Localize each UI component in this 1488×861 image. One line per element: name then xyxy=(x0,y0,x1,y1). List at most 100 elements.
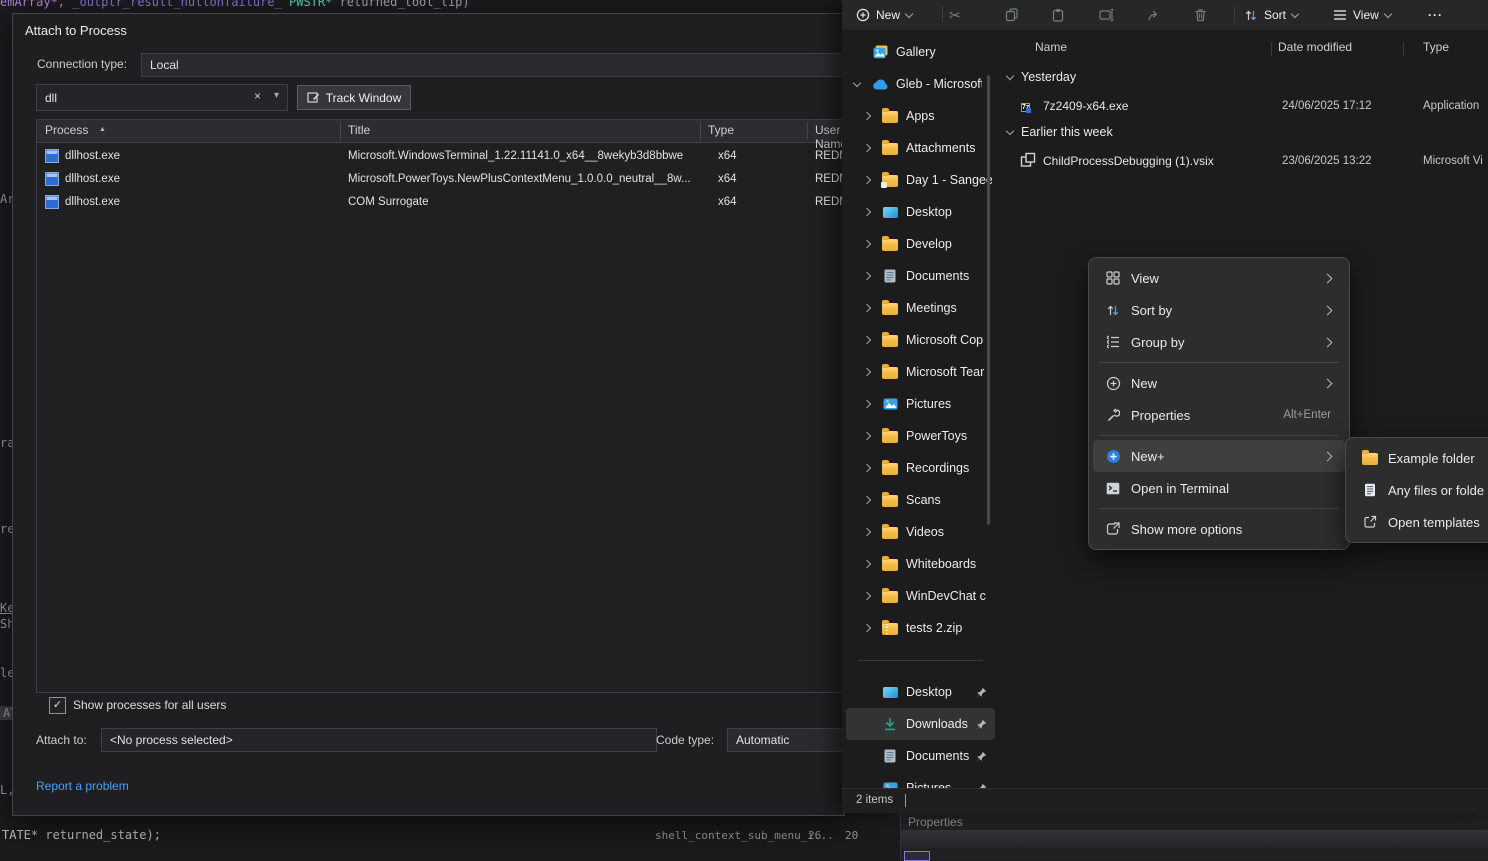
menu-item-sort-by[interactable]: Sort by xyxy=(1093,294,1345,326)
connection-type-select[interactable]: Local xyxy=(141,53,844,77)
column-header-name[interactable]: Name xyxy=(1035,40,1067,54)
chevron-right-icon[interactable] xyxy=(863,240,871,248)
sidebar-item-develop[interactable]: Develop xyxy=(846,228,995,260)
attach-to-label: Attach to: xyxy=(36,733,87,747)
sidebar-item-microsoft-tear[interactable]: Microsoft Tear xyxy=(846,356,995,388)
process-icon xyxy=(45,149,59,163)
chevron-right-icon[interactable] xyxy=(863,592,871,600)
new-button[interactable]: New xyxy=(856,0,912,30)
code-bottom-line: TATE* returned_state); xyxy=(2,828,161,842)
sidebar-item-gallery[interactable]: Gallery xyxy=(846,36,995,68)
see-more-button[interactable]: ··· xyxy=(1428,0,1443,30)
sidebar-item-tests-zip[interactable]: tests 2.zip xyxy=(846,612,995,644)
wrench-icon xyxy=(1106,408,1120,422)
chevron-down-icon[interactable] xyxy=(853,78,861,86)
file-date: 23/06/2025 13:22 xyxy=(1282,155,1372,167)
chevron-right-icon[interactable] xyxy=(863,304,871,312)
process-table-header: Process ▲ Title Type User Name xyxy=(37,120,843,143)
rename-icon[interactable] xyxy=(1099,0,1114,30)
column-header-process[interactable]: Process xyxy=(45,123,88,137)
share-icon[interactable] xyxy=(1147,0,1161,30)
process-row[interactable]: dllhost.exe Microsoft.PowerToys.NewPlusC… xyxy=(37,168,843,191)
vsix-icon xyxy=(1020,152,1036,168)
sidebar-item-recordings[interactable]: Recordings xyxy=(846,452,995,484)
sidebar-item-downloads-pinned[interactable]: Downloads xyxy=(846,708,995,740)
column-header-type[interactable]: Type xyxy=(708,123,734,137)
folder-icon xyxy=(882,367,898,379)
sidebar-item-scans[interactable]: Scans xyxy=(846,484,995,516)
sidebar-item-powertoys[interactable]: PowerToys xyxy=(846,420,995,452)
chevron-right-icon[interactable] xyxy=(863,432,871,440)
folder-icon xyxy=(882,591,898,603)
process-icon xyxy=(45,195,59,209)
chevron-right-icon[interactable] xyxy=(863,624,871,632)
clear-filter-icon[interactable]: × xyxy=(254,89,261,103)
chevron-right-icon[interactable] xyxy=(863,368,871,376)
nav-scrollbar[interactable] xyxy=(987,75,990,525)
zip-folder-icon xyxy=(882,623,898,635)
folder-icon xyxy=(882,559,898,571)
process-row[interactable]: dllhost.exe COM Surrogate x64 REDMOND xyxy=(37,191,843,214)
chevron-right-icon[interactable] xyxy=(863,400,871,408)
sidebar-item-microsoft-cop[interactable]: Microsoft Cop xyxy=(846,324,995,356)
report-problem-link[interactable]: Report a problem xyxy=(36,779,129,793)
view-button[interactable]: View xyxy=(1333,0,1391,30)
sidebar-item-desktop[interactable]: Desktop xyxy=(846,196,995,228)
submenu-item-example-folder[interactable]: Example folder xyxy=(1350,442,1488,474)
menu-item-new[interactable]: New xyxy=(1093,367,1345,399)
group-header-earlier[interactable]: Earlier this week xyxy=(1007,125,1113,139)
menu-item-new-plus[interactable]: New+ xyxy=(1093,440,1345,472)
menu-item-open-terminal[interactable]: Open in Terminal xyxy=(1093,472,1345,504)
submenu-item-open-templates[interactable]: Open templates xyxy=(1350,506,1488,538)
chevron-right-icon[interactable] xyxy=(863,496,871,504)
cut-icon[interactable]: ✂ xyxy=(949,0,965,30)
chevron-right-icon[interactable] xyxy=(863,336,871,344)
filter-dropdown-icon[interactable]: ▾ xyxy=(274,90,279,101)
delete-icon[interactable] xyxy=(1194,0,1207,30)
sidebar-item-videos[interactable]: Videos xyxy=(846,516,995,548)
process-filter-input[interactable] xyxy=(37,85,335,110)
sidebar-item-pictures[interactable]: Pictures xyxy=(846,388,995,420)
file-row[interactable]: ChildProcessDebugging (1).vsix 23/06/202… xyxy=(842,151,1488,173)
file-row[interactable]: 7z 7z2409-x64.exe 24/06/2025 17:12 Appli… xyxy=(842,96,1488,118)
menu-separator xyxy=(1099,508,1339,509)
code-type-select[interactable]: Automatic xyxy=(727,728,844,752)
terminal-icon xyxy=(1106,482,1120,495)
column-header-type[interactable]: Type xyxy=(1423,40,1449,54)
sidebar-item-pictures-pinned[interactable]: Pictures xyxy=(846,772,995,788)
chevron-right-icon[interactable] xyxy=(863,528,871,536)
folder-icon xyxy=(882,335,898,347)
column-header-date[interactable]: Date modified xyxy=(1278,40,1352,54)
submenu-arrow-icon xyxy=(1323,305,1333,315)
menu-item-group-by[interactable]: Group by xyxy=(1093,326,1345,358)
pin-icon xyxy=(976,687,987,698)
submenu-item-any-files[interactable]: Any files or folde xyxy=(1350,474,1488,506)
nav-separator xyxy=(858,660,983,661)
show-all-users-checkbox[interactable]: ✓ xyxy=(49,697,66,714)
track-window-button[interactable]: Track Window xyxy=(297,85,411,110)
chevron-right-icon[interactable] xyxy=(863,560,871,568)
group-header-yesterday[interactable]: Yesterday xyxy=(1007,70,1076,84)
download-icon xyxy=(883,717,897,731)
sort-button[interactable]: Sort xyxy=(1244,0,1298,30)
menu-item-properties[interactable]: Properties Alt+Enter xyxy=(1093,399,1345,431)
chevron-right-icon[interactable] xyxy=(863,272,871,280)
chevron-right-icon[interactable] xyxy=(863,208,871,216)
menu-item-show-more[interactable]: Show more options xyxy=(1093,513,1345,545)
sidebar-item-documents-pinned[interactable]: Documents xyxy=(846,740,995,772)
menu-item-view[interactable]: View xyxy=(1093,262,1345,294)
codelens-count: 20 xyxy=(845,829,858,842)
column-header-title[interactable]: Title xyxy=(348,123,370,137)
attach-to-field[interactable]: <No process selected> xyxy=(101,728,657,752)
sidebar-item-documents[interactable]: Documents xyxy=(846,260,995,292)
paste-icon[interactable] xyxy=(1051,0,1065,30)
chevron-right-icon[interactable] xyxy=(863,464,871,472)
sidebar-item-meetings[interactable]: Meetings xyxy=(846,292,995,324)
sidebar-item-desktop-pinned[interactable]: Desktop xyxy=(846,676,995,708)
7zip-icon: 7z xyxy=(1021,103,1030,112)
process-row[interactable]: dllhost.exe Microsoft.WindowsTerminal_1.… xyxy=(37,145,843,168)
sidebar-item-whiteboards[interactable]: Whiteboards xyxy=(846,548,995,580)
copy-icon[interactable] xyxy=(1005,0,1019,30)
sidebar-item-windevchat[interactable]: WinDevChat c xyxy=(846,580,995,612)
chevron-right-icon[interactable] xyxy=(863,176,871,184)
